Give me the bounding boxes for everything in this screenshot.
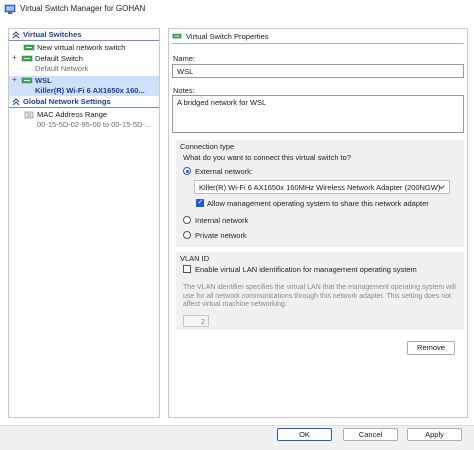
new-virtual-switch-label: New virtual network switch: [37, 43, 126, 52]
section-divider: [9, 107, 159, 108]
mac-address-range-label: MAC Address Range: [37, 110, 108, 119]
chevron-down-icon: [438, 185, 445, 190]
properties-header: Virtual Switch Properties: [172, 32, 464, 44]
network-adapter-value: Killer(R) Wi-Fi 6 AX1650x 160MHz Wireles…: [199, 183, 441, 192]
cancel-button[interactable]: Cancel: [343, 428, 398, 441]
new-virtual-switch-item[interactable]: New virtual network switch: [9, 43, 159, 53]
switch-item-default[interactable]: + Default Switch: [9, 54, 159, 64]
title-bar: Virtual Switch Manager for GOHAN: [0, 0, 474, 18]
collapse-chevron-icon[interactable]: [12, 31, 20, 39]
global-network-settings-section-header[interactable]: Global Network Settings: [9, 97, 159, 108]
virtual-switches-section-header[interactable]: Virtual Switches: [9, 30, 159, 41]
new-network-switch-icon: [23, 44, 35, 51]
switch-item-wsl[interactable]: + WSL Killer(R) Wi-Fi 6 AX1650x 160...: [9, 76, 159, 96]
navigation-pane: Virtual Switches New virtual network swi…: [8, 28, 160, 418]
switch-detail: Default Network: [35, 64, 89, 73]
global-network-settings-label: Global Network Settings: [23, 97, 111, 106]
network-adapter-select[interactable]: Killer(R) Wi-Fi 6 AX1650x 160MHz Wireles…: [194, 180, 450, 194]
vlan-description: The VLAN identifier specifies the virtua…: [183, 284, 456, 309]
mac-address-range-detail: 00-15-5D-02-95-00 to 00-15-5D-...: [9, 120, 159, 130]
enable-vlan-label: Enable virtual LAN identification for ma…: [195, 265, 417, 274]
private-network-label: Private network: [195, 231, 247, 240]
allow-management-os-label: Allow management operating system to sha…: [207, 199, 429, 208]
ok-button[interactable]: OK: [277, 428, 332, 441]
network-switch-icon: [21, 55, 33, 62]
dialog-footer: [0, 425, 474, 450]
mac-address-range-value: 00-15-5D-02-95-00 to 00-15-5D-...: [37, 120, 152, 129]
switch-name: Default Switch: [35, 54, 83, 63]
network-switch-icon: [21, 77, 33, 84]
window-title: Virtual Switch Manager for GOHAN: [20, 4, 146, 13]
notes-field[interactable]: A bridged network for WSL: [172, 95, 464, 133]
external-network-radio[interactable]: [183, 167, 191, 175]
collapse-chevron-icon[interactable]: [12, 98, 20, 106]
vlan-id-field[interactable]: 2: [183, 315, 209, 327]
internal-network-label: Internal network: [195, 216, 249, 225]
mac-address-range-item[interactable]: MAC Address Range: [9, 110, 159, 120]
switch-name: WSL: [35, 76, 52, 85]
section-divider: [9, 40, 159, 41]
vlan-id-label: VLAN ID: [180, 254, 210, 263]
network-switch-icon: [172, 33, 182, 39]
mac-address-icon: [24, 111, 34, 119]
expand-plus-icon[interactable]: +: [12, 76, 19, 84]
remove-button[interactable]: Remove: [407, 341, 455, 355]
allow-management-os-checkbox[interactable]: [196, 198, 204, 207]
name-label: Name:: [173, 54, 196, 63]
private-network-radio[interactable]: [183, 231, 191, 239]
notes-label: Notes:: [173, 86, 195, 95]
header-divider: [172, 43, 464, 44]
external-network-label: External network:: [195, 167, 253, 176]
connection-type-label: Connection type: [180, 142, 235, 151]
name-field[interactable]: WSL: [172, 64, 464, 78]
internal-network-radio[interactable]: [183, 216, 191, 224]
switch-detail-default: Default Network: [9, 64, 159, 74]
virtual-switches-header-label: Virtual Switches: [23, 30, 82, 39]
expand-plus-icon[interactable]: +: [12, 54, 19, 62]
switch-detail: Killer(R) Wi-Fi 6 AX1650x 160...: [35, 86, 145, 95]
connection-question: What do you want to connect this virtual…: [183, 153, 351, 162]
properties-header-label: Virtual Switch Properties: [186, 32, 269, 41]
apply-button[interactable]: Apply: [407, 428, 462, 441]
enable-vlan-checkbox[interactable]: [183, 265, 191, 273]
hyper-v-manager-icon: [4, 4, 16, 14]
